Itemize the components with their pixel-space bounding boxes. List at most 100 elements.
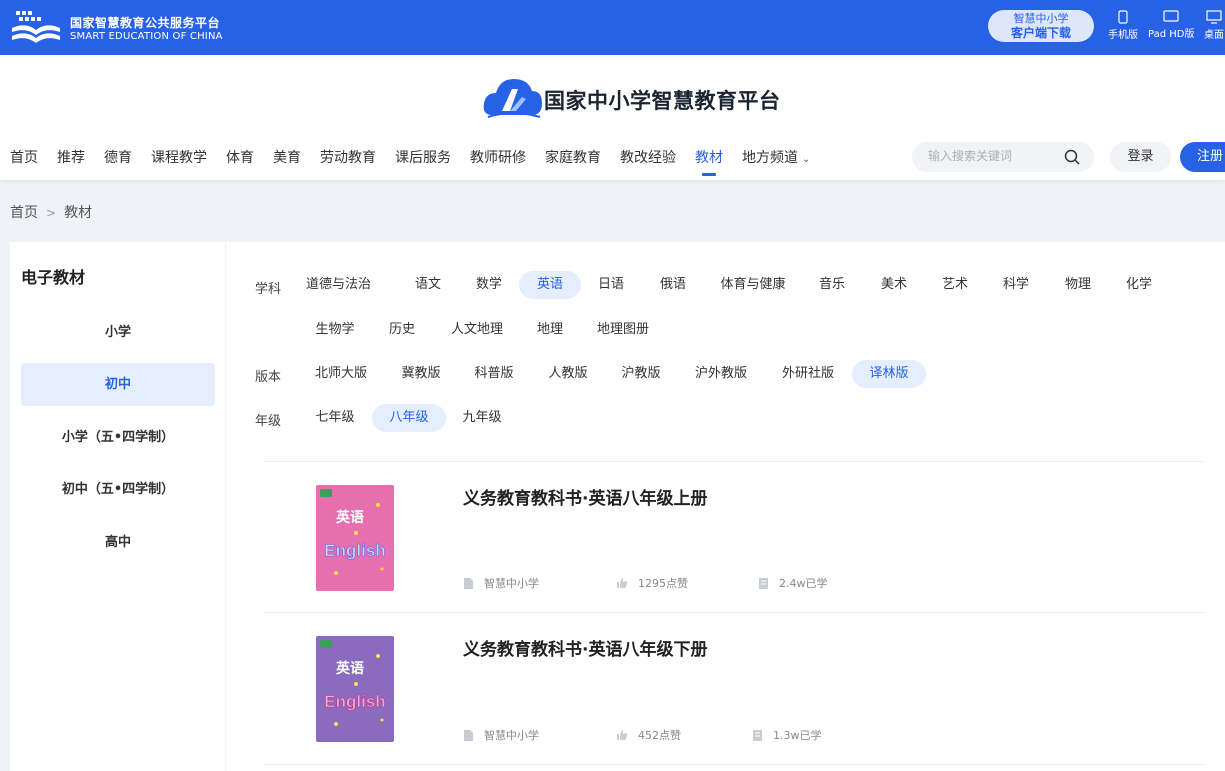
book-title[interactable]: 义务教育教科书·英语八年级上册 bbox=[463, 484, 707, 509]
top-bar: 国家智慧教育公共服务平台 SMART EDUCATION OF CHINA 智慧… bbox=[0, 0, 1225, 55]
search-icon[interactable] bbox=[1064, 149, 1080, 165]
sidebar-item-junior-54[interactable]: 初中（五•四学制） bbox=[21, 468, 215, 511]
sidebar-title: 电子教材 bbox=[21, 268, 86, 287]
likes-text: 452点赞 bbox=[638, 729, 681, 742]
grade-chip-selected[interactable]: 八年级 bbox=[372, 404, 446, 432]
cover-title-cn: 英语 bbox=[335, 509, 364, 526]
book-cover-image: 英语 English bbox=[316, 485, 394, 591]
subject-chip[interactable]: 艺术 bbox=[934, 271, 976, 299]
sidebar-item-senior[interactable]: 高中 bbox=[21, 521, 215, 564]
sidebar: 电子教材 小学 初中 小学（五•四学制） 初中（五•四学制） 高中 bbox=[10, 242, 225, 771]
edition-chip[interactable]: 人教版 bbox=[543, 360, 593, 388]
edition-chip[interactable]: 外研社版 bbox=[777, 360, 839, 388]
subject-chip[interactable]: 道德与法治 bbox=[306, 271, 371, 299]
publisher-text: 智慧中小学 bbox=[484, 729, 539, 742]
platform-logo-icon[interactable] bbox=[10, 8, 62, 46]
breadcrumb: 首页 > 教材 bbox=[10, 202, 92, 222]
edition-chip-selected[interactable]: 译林版 bbox=[852, 360, 926, 388]
device-desktop[interactable]: 桌面 bbox=[1204, 10, 1224, 41]
brand-logo-icon[interactable] bbox=[482, 75, 544, 121]
edition-chip[interactable]: 北师大版 bbox=[310, 360, 372, 388]
book-publisher: 智慧中小学 bbox=[463, 727, 539, 743]
subject-chip[interactable]: 历史 bbox=[381, 316, 423, 344]
grade-chip[interactable]: 七年级 bbox=[310, 404, 360, 432]
book-cover-image: 英语 English bbox=[316, 636, 394, 742]
nav-sports[interactable]: 体育 bbox=[226, 147, 254, 167]
cover-title-en: English bbox=[324, 541, 385, 560]
edition-chip[interactable]: 沪外教版 bbox=[690, 360, 752, 388]
sidebar-item-primary[interactable]: 小学 bbox=[21, 311, 215, 354]
edition-chip[interactable]: 冀教版 bbox=[396, 360, 446, 388]
sidebar-item-primary-54[interactable]: 小学（五•四学制） bbox=[21, 416, 215, 459]
device-pad[interactable]: Pad HD版 bbox=[1148, 10, 1194, 40]
subject-chip[interactable]: 俄语 bbox=[652, 271, 694, 299]
subject-chip[interactable]: 科学 bbox=[995, 271, 1037, 299]
search-input[interactable] bbox=[928, 149, 1058, 163]
subject-chip[interactable]: 地理图册 bbox=[592, 316, 654, 344]
subject-chip[interactable]: 数学 bbox=[468, 271, 510, 299]
learners-text: 2.4w已学 bbox=[779, 577, 828, 590]
nav-courses[interactable]: 课程教学 bbox=[151, 147, 207, 167]
tablet-icon bbox=[1163, 10, 1179, 22]
book-learned-icon bbox=[759, 577, 768, 589]
subject-label: 学科 bbox=[255, 282, 282, 297]
search-box bbox=[912, 142, 1094, 172]
nav-textbooks[interactable]: 教材 bbox=[695, 147, 723, 176]
subject-chip-selected[interactable]: 英语 bbox=[519, 271, 581, 299]
nav-family[interactable]: 家庭教育 bbox=[545, 147, 601, 167]
nav-teacher-training[interactable]: 教师研修 bbox=[470, 147, 526, 167]
book-cover[interactable]: 英语 English bbox=[316, 485, 394, 591]
subject-chip[interactable]: 人文地理 bbox=[447, 316, 507, 344]
book-learners: 2.4w已学 bbox=[758, 575, 828, 591]
nav-recommend[interactable]: 推荐 bbox=[57, 147, 85, 167]
book-learners: 1.3w已学 bbox=[752, 727, 822, 743]
subject-chip[interactable]: 美术 bbox=[873, 271, 915, 299]
subject-chip[interactable]: 化学 bbox=[1118, 271, 1160, 299]
nav-labor[interactable]: 劳动教育 bbox=[320, 147, 376, 167]
main-nav: 首页 推荐 德育 课程教学 体育 美育 劳动教育 课后服务 教师研修 家庭教育 … bbox=[10, 147, 829, 176]
nav-home[interactable]: 首页 bbox=[10, 147, 38, 167]
subject-chip[interactable]: 物理 bbox=[1057, 271, 1099, 299]
book-publisher: 智慧中小学 bbox=[463, 575, 539, 591]
edition-chip[interactable]: 科普版 bbox=[469, 360, 519, 388]
book-cover[interactable]: 英语 English bbox=[316, 636, 394, 742]
grade-label: 年级 bbox=[255, 414, 282, 429]
subject-chip[interactable]: 语文 bbox=[407, 271, 449, 299]
register-button[interactable]: 注册 bbox=[1180, 142, 1225, 172]
chevron-down-icon: ⌄ bbox=[802, 154, 811, 165]
book-title[interactable]: 义务教育教科书·英语八年级下册 bbox=[463, 635, 707, 660]
nav-afterschool[interactable]: 课后服务 bbox=[395, 147, 451, 167]
nav-reform[interactable]: 教改经验 bbox=[620, 147, 676, 167]
subject-chip[interactable]: 体育与健康 bbox=[716, 271, 790, 299]
device-mobile-label: 手机版 bbox=[1108, 30, 1138, 41]
device-pad-label: Pad HD版 bbox=[1148, 29, 1195, 40]
brand-title: 国家中小学智慧教育平台 bbox=[544, 89, 781, 113]
book-likes: 1295点赞 bbox=[616, 575, 688, 591]
document-icon bbox=[464, 729, 473, 741]
login-button[interactable]: 登录 bbox=[1110, 142, 1171, 172]
nav-local-channel-label: 地方频道 bbox=[742, 150, 798, 166]
edition-label: 版本 bbox=[255, 370, 282, 385]
edition-chip[interactable]: 沪教版 bbox=[616, 360, 666, 388]
device-mobile[interactable]: 手机版 bbox=[1108, 10, 1138, 41]
platform-name: 国家智慧教育公共服务平台 bbox=[70, 16, 221, 30]
book-likes: 452点赞 bbox=[616, 727, 681, 743]
thumbs-up-icon bbox=[617, 578, 628, 588]
nav-local-channel[interactable]: 地方频道 ⌄ bbox=[742, 147, 810, 167]
subject-chip[interactable]: 日语 bbox=[590, 271, 632, 299]
subject-chip[interactable]: 音乐 bbox=[811, 271, 853, 299]
book-learned-icon bbox=[753, 729, 762, 741]
breadcrumb-current: 教材 bbox=[64, 205, 93, 221]
nav-arts[interactable]: 美育 bbox=[273, 147, 301, 167]
grade-chip[interactable]: 九年级 bbox=[457, 404, 507, 432]
nav-moral[interactable]: 德育 bbox=[104, 147, 132, 167]
subject-chip[interactable]: 生物学 bbox=[310, 316, 360, 344]
download-line1: 智慧中小学 bbox=[1013, 12, 1069, 25]
divider bbox=[264, 764, 1204, 765]
thumbs-up-icon bbox=[617, 730, 628, 740]
sidebar-item-junior[interactable]: 初中 bbox=[21, 363, 215, 406]
breadcrumb-home[interactable]: 首页 bbox=[10, 205, 38, 221]
subject-chip[interactable]: 地理 bbox=[529, 316, 571, 344]
client-download-button[interactable]: 智慧中小学 客户端下载 bbox=[988, 10, 1094, 42]
cover-title-en: English bbox=[324, 692, 385, 711]
